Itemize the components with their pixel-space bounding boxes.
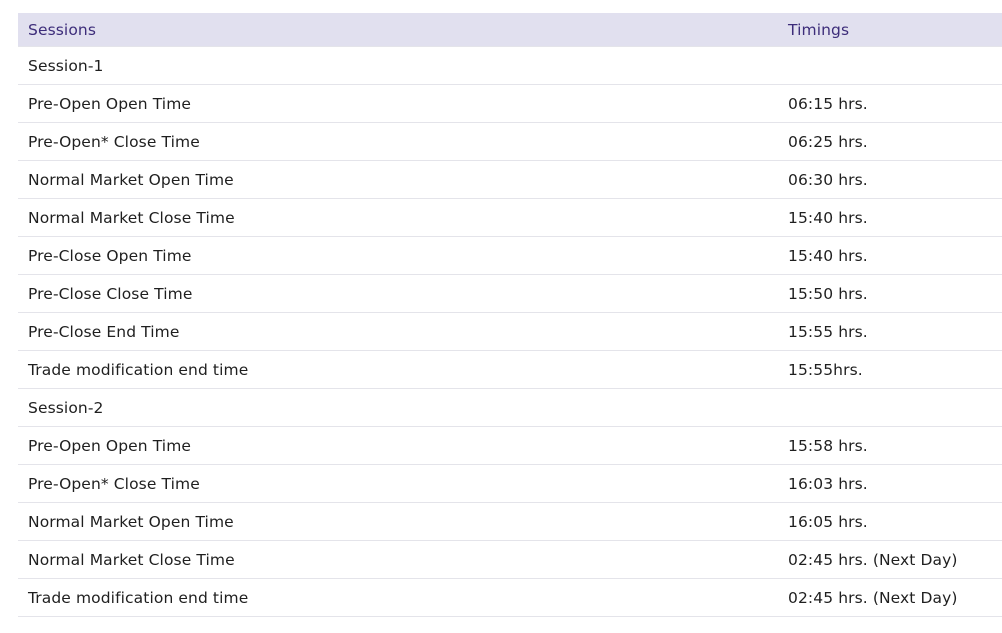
header-sessions: Sessions — [28, 20, 97, 39]
table-row: Pre-Open* Close Time 16:03 hrs. — [18, 464, 1002, 502]
session-cell: Session-1 — [28, 56, 104, 75]
table-row: Pre-Close Open Time 15:40 hrs. — [18, 236, 1002, 274]
timing-cell: 15:55hrs. — [788, 360, 863, 379]
session-cell: Pre-Close End Time — [28, 322, 180, 341]
timing-cell: 15:50 hrs. — [788, 284, 868, 303]
timing-cell: 15:55 hrs. — [788, 322, 868, 341]
timing-cell: 02:45 hrs. (Next Day) — [788, 550, 958, 569]
timing-cell: 16:03 hrs. — [788, 474, 868, 493]
table-row: Pre-Close End Time 15:55 hrs. — [18, 312, 1002, 350]
session-cell: Trade modification end time — [28, 360, 249, 379]
timing-cell: 16:05 hrs. — [788, 512, 868, 531]
header-timings: Timings — [788, 20, 850, 39]
table-row: Trade modification end time 02:45 hrs. (… — [18, 578, 1002, 616]
session-cell: Normal Market Close Time — [28, 550, 235, 569]
session-timings-table: Sessions Timings Session-1 Pre-Open Open… — [18, 13, 1002, 617]
table-header-row: Sessions Timings — [18, 13, 1002, 46]
session-cell: Pre-Open* Close Time — [28, 474, 200, 493]
session-cell: Trade modification end time — [28, 588, 249, 607]
table-row: Normal Market Open Time 06:30 hrs. — [18, 160, 1002, 198]
session-cell: Pre-Close Open Time — [28, 246, 192, 265]
table-row: Normal Market Open Time 16:05 hrs. — [18, 502, 1002, 540]
table-row: Pre-Close Close Time 15:50 hrs. — [18, 274, 1002, 312]
timing-cell: 06:30 hrs. — [788, 170, 868, 189]
session-cell: Pre-Open* Close Time — [28, 132, 200, 151]
table-row: Session-1 — [18, 46, 1002, 84]
session-cell: Pre-Open Open Time — [28, 436, 192, 455]
timing-cell: 15:58 hrs. — [788, 436, 868, 455]
timing-cell: 15:40 hrs. — [788, 208, 868, 227]
table-row: Session-2 — [18, 388, 1002, 426]
table-row: Trade modification end time 15:55hrs. — [18, 350, 1002, 388]
timing-cell: 06:15 hrs. — [788, 94, 868, 113]
session-cell: Normal Market Open Time — [28, 512, 234, 531]
timing-cell: 15:40 hrs. — [788, 246, 868, 265]
session-cell: Normal Market Open Time — [28, 170, 234, 189]
table-row: Pre-Open* Close Time 06:25 hrs. — [18, 122, 1002, 160]
table-row: Normal Market Close Time 02:45 hrs. (Nex… — [18, 540, 1002, 578]
table-row: Pre-Open Open Time 06:15 hrs. — [18, 84, 1002, 122]
session-cell: Pre-Close Close Time — [28, 284, 193, 303]
table-row: Normal Market Close Time 15:40 hrs. — [18, 198, 1002, 236]
table-row: Pre-Open Open Time 15:58 hrs. — [18, 426, 1002, 464]
timing-cell: 06:25 hrs. — [788, 132, 868, 151]
timing-cell: 02:45 hrs. (Next Day) — [788, 588, 958, 607]
session-cell: Pre-Open Open Time — [28, 94, 192, 113]
session-cell: Session-2 — [28, 398, 104, 417]
session-cell: Normal Market Close Time — [28, 208, 235, 227]
